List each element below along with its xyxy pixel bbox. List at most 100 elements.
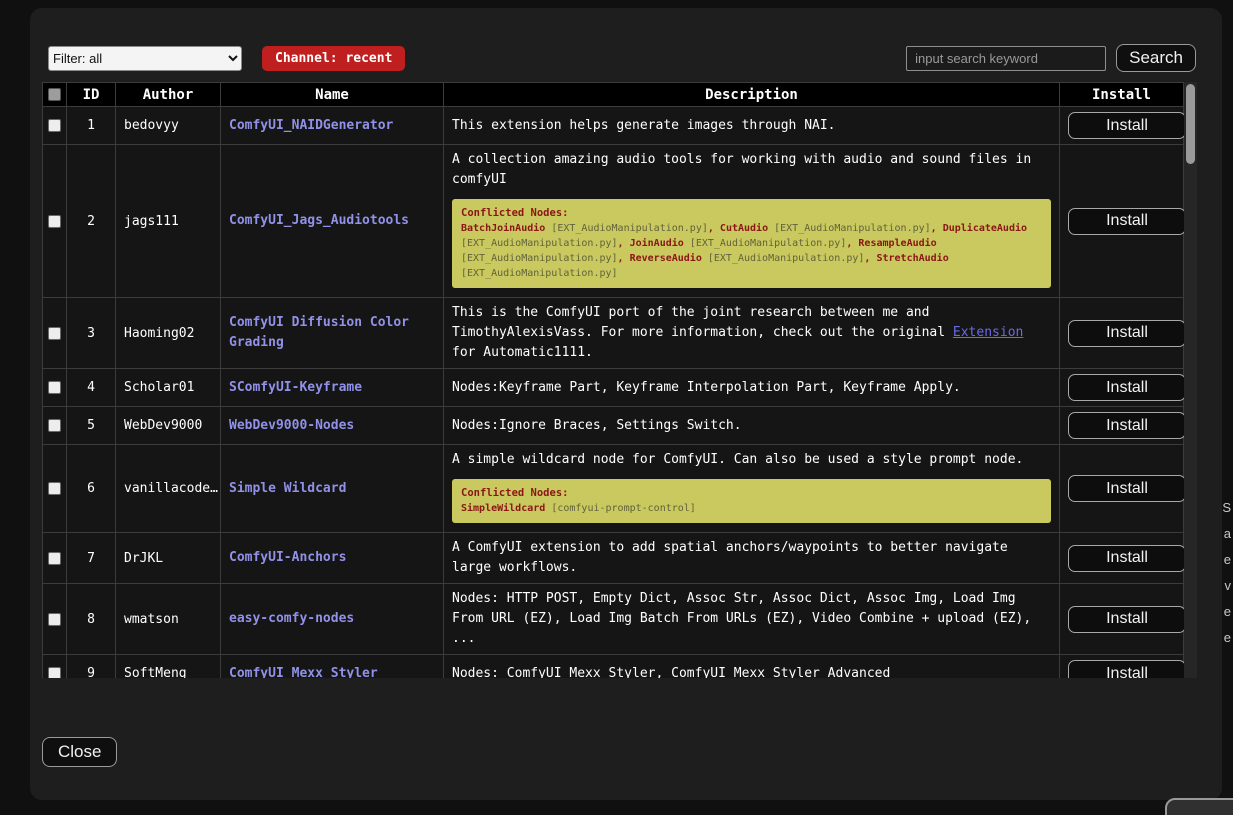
row-checkbox[interactable] [48, 119, 61, 132]
row-checkbox-cell [43, 369, 67, 407]
description-text: A simple wildcard node for ComfyUI. Can … [452, 450, 1051, 470]
row-author: SoftMeng [116, 655, 221, 679]
row-checkbox[interactable] [48, 419, 61, 432]
extension-name-link[interactable]: SComfyUI-Keyframe [229, 380, 362, 395]
row-description: This extension helps generate images thr… [444, 107, 1060, 145]
row-checkbox-cell [43, 584, 67, 655]
conflict-node-source: [EXT_AudioManipulation.py] [461, 268, 618, 279]
clipped-background-text: e [1224, 552, 1231, 567]
conflict-node-source: [EXT_AudioManipulation.py] [551, 223, 708, 234]
row-description: Nodes: ComfyUI Mexx Styler, ComfyUI Mexx… [444, 655, 1060, 679]
row-checkbox[interactable] [48, 667, 61, 678]
conflicted-nodes-box: Conflicted Nodes:SimpleWildcard [comfyui… [452, 479, 1051, 523]
row-checkbox[interactable] [48, 482, 61, 495]
filter-select[interactable]: Filter: all [48, 46, 242, 71]
install-button[interactable]: Install [1068, 475, 1186, 502]
install-button[interactable]: Install [1068, 374, 1186, 401]
row-id: 4 [67, 369, 116, 407]
row-name-cell: SComfyUI-Keyframe [221, 369, 444, 407]
row-description: This is the ComfyUI port of the joint re… [444, 298, 1060, 369]
row-checkbox[interactable] [48, 552, 61, 565]
extension-name-link[interactable]: Simple Wildcard [229, 481, 346, 496]
install-button[interactable]: Install [1068, 320, 1186, 347]
row-checkbox[interactable] [48, 215, 61, 228]
header-install: Install [1060, 83, 1184, 107]
conflict-node-name: ResampleAudio [858, 238, 936, 249]
install-button[interactable]: Install [1068, 208, 1186, 235]
table-body: 1bedovyy ComfyUI_NAIDGenerator This extens… [43, 107, 1184, 679]
select-all-checkbox[interactable] [48, 88, 61, 101]
table-row: 5WebDev9000WebDev9000-NodesNodes:Ignore … [43, 407, 1184, 445]
search-input[interactable] [906, 46, 1106, 71]
row-name-cell: ComfyUI_Jags_Audiotools [221, 145, 444, 298]
table-scrollbar [1184, 82, 1197, 678]
row-author: WebDev9000 [116, 407, 221, 445]
channel-badge: Channel: recent [262, 46, 405, 71]
row-install-cell: Install [1060, 298, 1184, 369]
table-header-row: ID Author Name Description Install [43, 83, 1184, 107]
row-checkbox[interactable] [48, 613, 61, 626]
row-name-cell: ComfyUI Diffusion Color Grading [221, 298, 444, 369]
conflict-node-source: [EXT_AudioManipulation.py] [461, 253, 618, 264]
conflict-separator: , [618, 238, 630, 249]
conflict-node-source: [EXT_AudioManipulation.py] [708, 253, 865, 264]
row-install-cell: Install [1060, 407, 1184, 445]
row-description: A ComfyUI extension to add spatial ancho… [444, 533, 1060, 584]
clipped-background-text: e [1224, 604, 1231, 619]
row-description: Nodes:Keyframe Part, Keyframe Interpolat… [444, 369, 1060, 407]
table-row: 6vanillacode… Simple Wildcard A simple wil… [43, 445, 1184, 533]
row-id: 8 [67, 584, 116, 655]
row-author: jags111 [116, 145, 221, 298]
row-checkbox-cell [43, 407, 67, 445]
extension-name-link[interactable]: ComfyUI-Anchors [229, 550, 346, 565]
description-link[interactable]: Extension [953, 325, 1023, 340]
install-button[interactable]: Install [1068, 545, 1186, 572]
conflict-separator: , [846, 238, 858, 249]
extension-name-link[interactable]: ComfyUI_Mexx_Styler [229, 666, 378, 679]
extension-name-link[interactable]: ComfyUI Diffusion Color Grading [229, 315, 409, 350]
row-description: Nodes: HTTP POST, Empty Dict, Assoc Str,… [444, 584, 1060, 655]
search-button[interactable]: Search [1116, 44, 1196, 72]
row-id: 9 [67, 655, 116, 679]
install-button[interactable]: Install [1068, 112, 1186, 139]
clipped-corner-button[interactable] [1165, 798, 1233, 815]
row-author: Haoming02 [116, 298, 221, 369]
row-name-cell: ComfyUI-Anchors [221, 533, 444, 584]
table-row: 2jags111ComfyUI_Jags_AudiotoolsA collect… [43, 145, 1184, 298]
conflict-node-name: JoinAudio [630, 238, 684, 249]
row-checkbox-cell [43, 107, 67, 145]
row-name-cell: ComfyUI_Mexx_Styler [221, 655, 444, 679]
conflict-node-source: [EXT_AudioManipulation.py] [774, 223, 931, 234]
row-id: 6 [67, 445, 116, 533]
install-button[interactable]: Install [1068, 660, 1186, 678]
row-author: wmatson [116, 584, 221, 655]
row-id: 1 [67, 107, 116, 145]
description-text: Nodes: ComfyUI Mexx Styler, ComfyUI Mexx… [452, 664, 1051, 679]
row-id: 2 [67, 145, 116, 298]
row-checkbox[interactable] [48, 381, 61, 394]
extension-name-link[interactable]: WebDev9000-Nodes [229, 418, 354, 433]
header-checkbox-cell [43, 83, 67, 107]
row-author: DrJKL [116, 533, 221, 584]
row-install-cell: Install [1060, 445, 1184, 533]
header-description: Description [444, 83, 1060, 107]
conflict-node-name: SimpleWildcard [461, 503, 545, 514]
row-author: vanillacode… [116, 445, 221, 533]
row-install-cell: Install [1060, 533, 1184, 584]
install-button[interactable]: Install [1068, 412, 1186, 439]
row-description: Nodes:Ignore Braces, Settings Switch. [444, 407, 1060, 445]
row-name-cell: easy-comfy-nodes [221, 584, 444, 655]
extension-name-link[interactable]: ComfyUI_Jags_Audiotools [229, 213, 409, 228]
row-checkbox[interactable] [48, 327, 61, 340]
row-checkbox-cell [43, 298, 67, 369]
row-author: bedovyy [116, 107, 221, 145]
install-button[interactable]: Install [1068, 606, 1186, 633]
close-button[interactable]: Close [42, 737, 117, 767]
extension-name-link[interactable]: ComfyUI_NAIDGenerator [229, 118, 393, 133]
extension-name-link[interactable]: easy-comfy-nodes [229, 611, 354, 626]
description-text: A ComfyUI extension to add spatial ancho… [452, 538, 1051, 578]
header-author: Author [116, 83, 221, 107]
scrollbar-thumb[interactable] [1186, 84, 1195, 164]
description-text: Nodes:Ignore Braces, Settings Switch. [452, 416, 1051, 436]
description-text: This extension helps generate images thr… [452, 116, 1051, 136]
